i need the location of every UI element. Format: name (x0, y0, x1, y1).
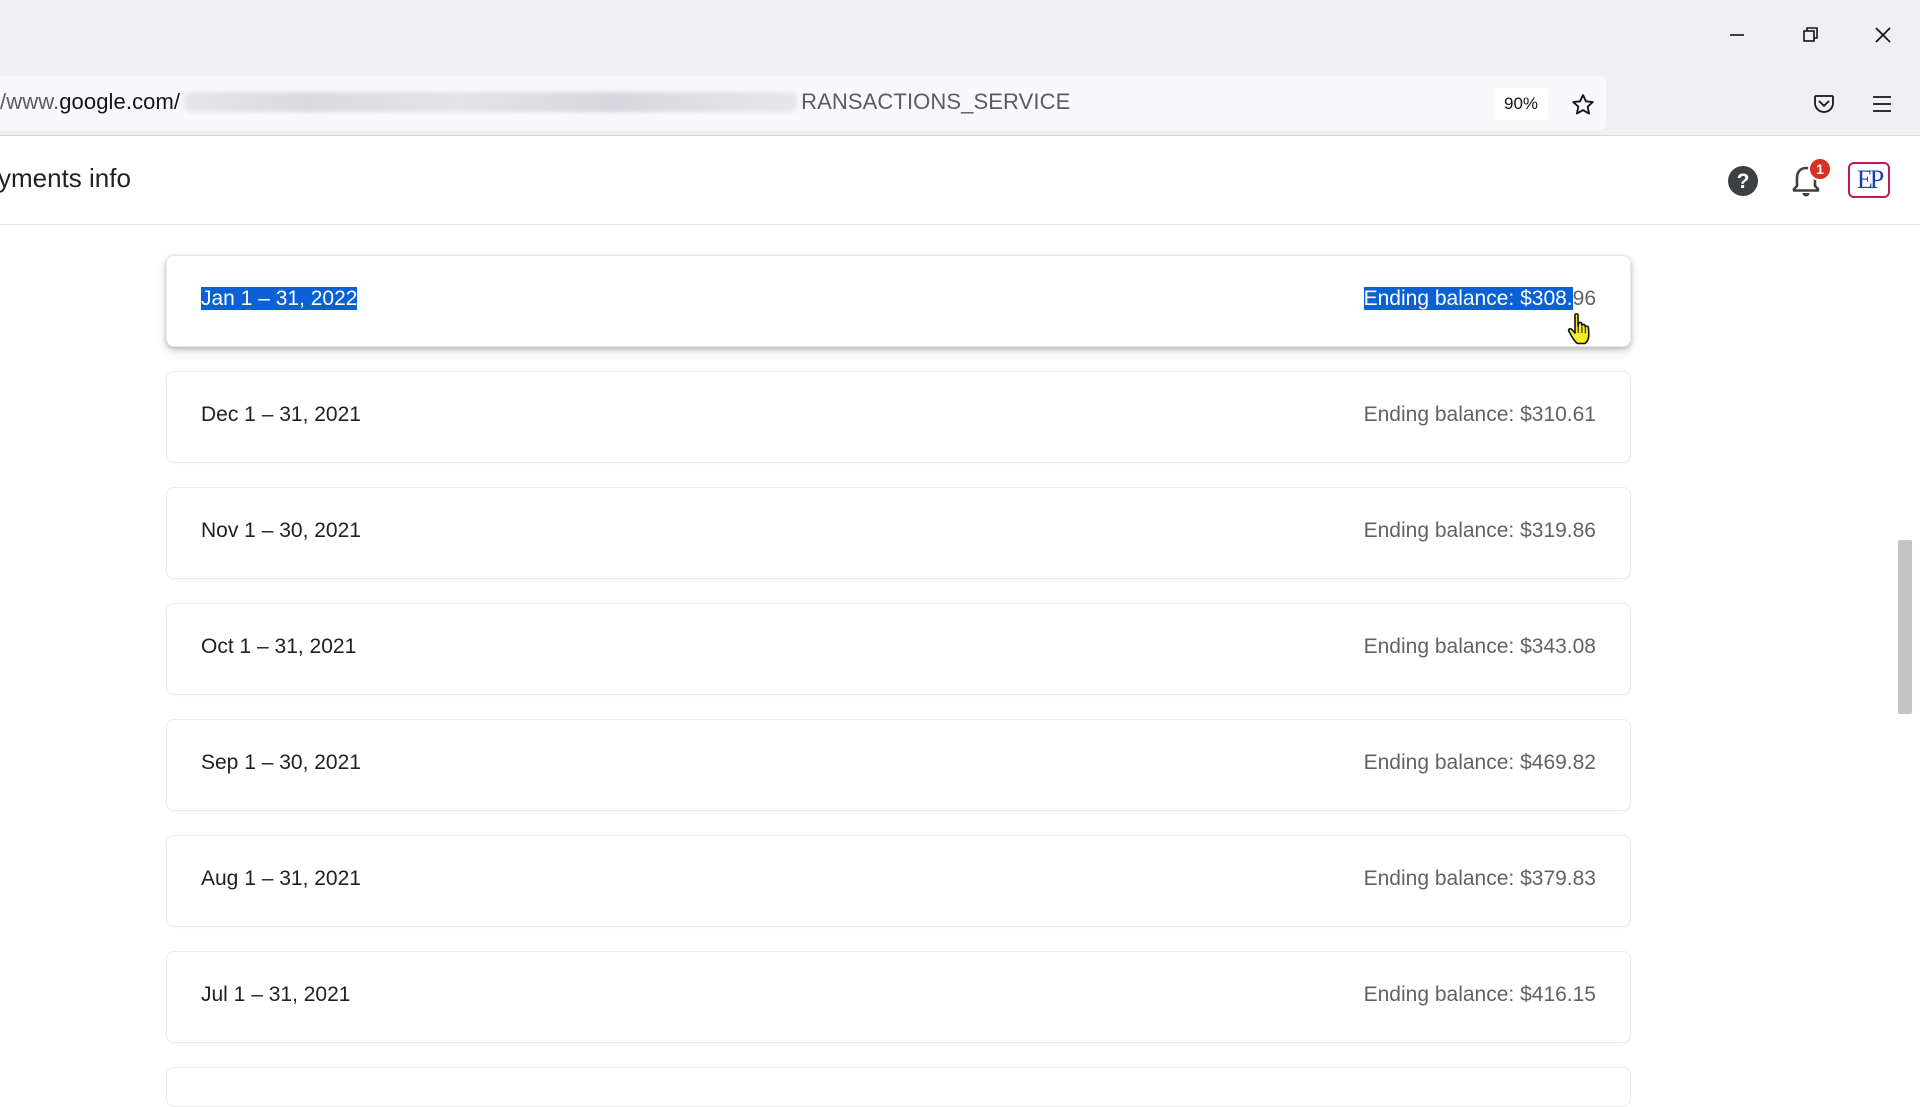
selected-text: Jan 1 – 31, 2022 (201, 287, 358, 310)
statement-period: Jan 1 – 31, 2022 (201, 287, 358, 311)
minimize-icon (1730, 34, 1744, 36)
restore-button[interactable] (1786, 10, 1836, 60)
statement-row[interactable]: Dec 1 – 31, 2021 Ending balance: $310.61 (166, 371, 1631, 463)
statement-ending-balance: Ending balance: $319.86 (1363, 519, 1596, 542)
window-titlebar (0, 0, 1920, 70)
url-prefix: /www. (0, 89, 60, 114)
close-icon (1875, 27, 1891, 43)
statement-row[interactable]: Jan 1 – 31, 2022 Ending balance: $308.96 (166, 255, 1631, 347)
pocket-icon[interactable] (1806, 86, 1842, 122)
statement-list: Jan 1 – 31, 2022 Ending balance: $308.96… (166, 255, 1631, 1107)
account-avatar[interactable]: EP (1848, 162, 1890, 198)
statement-period: Sep 1 – 30, 2021 (201, 751, 361, 774)
statement-row-partial[interactable] (166, 1067, 1631, 1107)
url-domain: google.com/ (59, 89, 181, 114)
statement-ending-balance: Ending balance: $416.15 (1363, 983, 1596, 1006)
restore-icon (1803, 27, 1818, 42)
statement-period: Nov 1 – 30, 2021 (201, 519, 361, 542)
svg-text:?: ? (1737, 170, 1750, 193)
statement-period: Oct 1 – 31, 2021 (201, 635, 357, 658)
selected-text: Ending balance: $308. (1363, 287, 1573, 310)
statement-row[interactable]: Oct 1 – 31, 2021 Ending balance: $343.08 (166, 603, 1631, 695)
statement-row[interactable]: Aug 1 – 31, 2021 Ending balance: $379.83 (166, 835, 1631, 927)
statement-period: Aug 1 – 31, 2021 (201, 867, 361, 890)
statement-ending-balance: Ending balance: $469.82 (1363, 751, 1596, 774)
address-bar[interactable]: /www.google.com/RANSACTIONS_SERVICE 90% (0, 76, 1606, 130)
statement-row[interactable]: Jul 1 – 31, 2021 Ending balance: $416.15 (166, 951, 1631, 1043)
vertical-scrollbar-thumb[interactable] (1898, 540, 1912, 714)
help-icon[interactable]: ? (1726, 164, 1760, 198)
bookmark-star-icon[interactable] (1566, 88, 1600, 122)
statement-ending-balance: Ending balance: $310.61 (1363, 403, 1596, 426)
zoom-level-button[interactable]: 90% (1494, 88, 1549, 120)
close-window-button[interactable] (1858, 10, 1908, 60)
url-suffix: RANSACTIONS_SERVICE (801, 89, 1071, 114)
url-redacted-segment (184, 92, 798, 112)
page-header: yments info ? 1 EP (0, 137, 1920, 225)
minimize-button[interactable] (1712, 10, 1762, 60)
statement-ending-balance: Ending balance: $308.96 (1363, 287, 1596, 311)
page-title: yments info (0, 163, 131, 193)
statement-period: Dec 1 – 31, 2021 (201, 403, 361, 426)
statement-row[interactable]: Sep 1 – 30, 2021 Ending balance: $469.82 (166, 719, 1631, 811)
unselected-text: 96 (1572, 287, 1596, 310)
statement-row[interactable]: Nov 1 – 30, 2021 Ending balance: $319.86 (166, 487, 1631, 579)
hamburger-menu-icon[interactable] (1864, 86, 1900, 122)
statement-ending-balance: Ending balance: $379.83 (1363, 867, 1596, 890)
notification-count-badge: 1 (1808, 157, 1832, 181)
statement-period: Jul 1 – 31, 2021 (201, 983, 351, 1006)
browser-toolbar: /www.google.com/RANSACTIONS_SERVICE 90% (0, 70, 1920, 136)
statement-ending-balance: Ending balance: $343.08 (1363, 635, 1596, 658)
url-text[interactable]: /www.google.com/RANSACTIONS_SERVICE (0, 89, 1070, 115)
